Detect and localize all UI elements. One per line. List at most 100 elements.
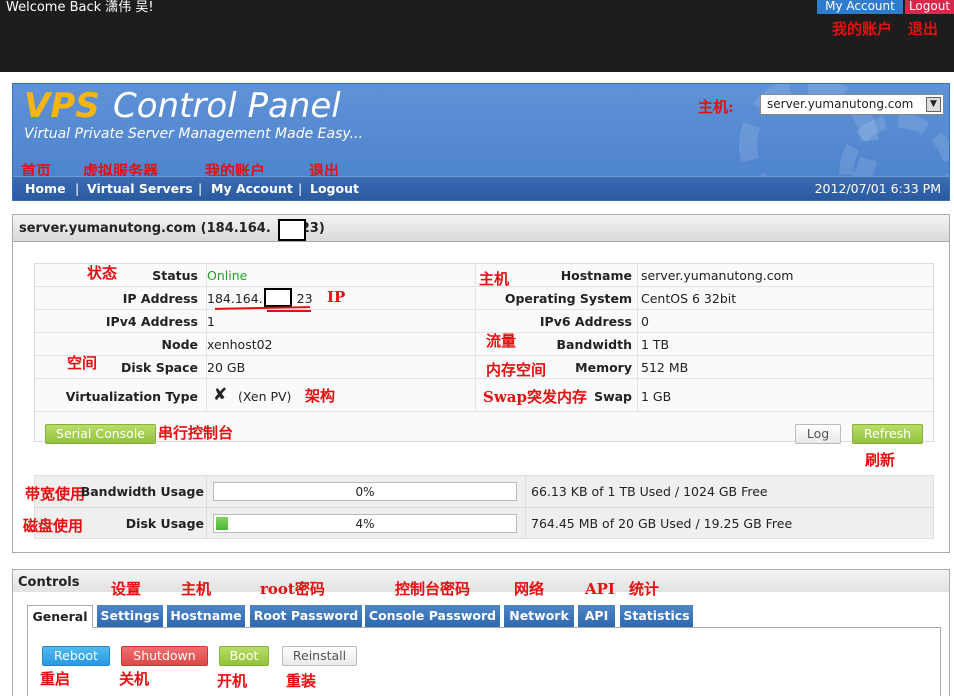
status-label: Status bbox=[152, 268, 198, 283]
annotation-arch: 架构 bbox=[305, 387, 336, 405]
ip-value: 184.164. 23 bbox=[207, 291, 313, 306]
annotation-tab-settings: 设置 bbox=[111, 580, 142, 598]
divider bbox=[637, 264, 638, 412]
node-value: xenhost02 bbox=[207, 337, 273, 352]
log-button[interactable]: Log bbox=[795, 424, 841, 444]
annotation-serial: 串行控制台 bbox=[158, 424, 234, 442]
annotation-logout: 退出 bbox=[908, 20, 939, 38]
reboot-button[interactable]: Reboot bbox=[42, 646, 110, 666]
nav-bar: Home | Virtual Servers | My Account | Lo… bbox=[13, 176, 949, 200]
annotation-refresh: 刷新 bbox=[865, 451, 896, 469]
controls-header: Controls bbox=[13, 570, 949, 592]
logo-control-panel: Control Panel bbox=[113, 86, 341, 126]
refresh-button[interactable]: Refresh bbox=[852, 424, 923, 444]
server-panel: server.yumanutong.com (184.164. 23) 状态 St… bbox=[12, 214, 950, 553]
logo-vps: VPS bbox=[24, 86, 100, 126]
ip-prefix: 184.164. bbox=[207, 291, 263, 306]
tab-general[interactable]: General bbox=[27, 605, 93, 628]
disk-space-label: Disk Space bbox=[120, 360, 198, 375]
ipv6-label: IPv6 Address bbox=[539, 314, 632, 329]
annotation-my-account: 我的账户 bbox=[832, 20, 893, 38]
os-label: Operating System bbox=[504, 291, 632, 306]
swap-value: 1 GB bbox=[641, 389, 672, 404]
bandwidth-usage-percent: 0% bbox=[355, 485, 375, 499]
bandwidth-label: Bandwidth bbox=[556, 337, 632, 352]
disk-usage-label: Disk Usage bbox=[125, 516, 204, 531]
memory-value: 512 MB bbox=[641, 360, 689, 375]
controls-title: Controls bbox=[18, 575, 80, 590]
disk-space-value: 20 GB bbox=[207, 360, 246, 375]
ip-suffix: 23 bbox=[296, 291, 313, 306]
divider bbox=[525, 476, 526, 538]
nav-logout[interactable]: Logout bbox=[310, 181, 359, 196]
my-account-button[interactable]: My Account bbox=[817, 0, 903, 14]
os-value: CentOS 6 32bit bbox=[641, 291, 737, 306]
hostname-value: server.yumanutong.com bbox=[641, 268, 794, 283]
disk-usage-bar: 4% bbox=[213, 514, 517, 533]
tab-network[interactable]: Network bbox=[504, 605, 574, 628]
annotation-boot: 开机 bbox=[217, 672, 248, 690]
nav-home[interactable]: Home bbox=[25, 181, 66, 196]
annotation-shutdown: 关机 bbox=[119, 670, 150, 688]
ip-label: IP Address bbox=[122, 291, 198, 306]
bandwidth-usage-bar: 0% bbox=[213, 482, 517, 501]
logout-button[interactable]: Logout bbox=[905, 0, 954, 14]
tab-root-password[interactable]: Root Password bbox=[250, 605, 362, 628]
annotation-tab-stats: 统计 bbox=[629, 580, 660, 598]
server-title-prefix: server.yumanutong.com (184.164. bbox=[19, 221, 271, 236]
nav-my-account[interactable]: My Account bbox=[211, 181, 293, 196]
ipv4-value: 1 bbox=[207, 314, 215, 329]
annotation-reboot: 重启 bbox=[40, 670, 71, 688]
virtualization-value: (Xen PV) bbox=[238, 389, 292, 404]
annotation-tab-hostname: 主机 bbox=[181, 580, 212, 598]
header-banner: VPS Control Panel Virtual Private Server… bbox=[12, 83, 950, 201]
annotation-tab-rootpw: root密码 bbox=[260, 580, 325, 598]
divider bbox=[35, 507, 933, 508]
datetime: 2012/07/01 6:33 PM bbox=[814, 181, 941, 196]
tab-statistics[interactable]: Statistics bbox=[620, 605, 693, 628]
welcome-text: Welcome Back 潇伟 吴! bbox=[6, 0, 154, 15]
tab-console-password[interactable]: Console Password bbox=[365, 605, 500, 628]
reinstall-button[interactable]: Reinstall bbox=[282, 646, 357, 666]
annotation-ip: IP bbox=[327, 288, 346, 306]
nav-separator: | bbox=[75, 181, 80, 196]
bandwidth-usage-text: 66.13 KB of 1 TB Used / 1024 GB Free bbox=[531, 484, 768, 499]
tab-hostname[interactable]: Hostname bbox=[167, 605, 245, 628]
controls-panel: Controls 设置 主机 root密码 控制台密码 网络 API 统计 Ge… bbox=[12, 569, 950, 696]
nav-virtual-servers[interactable]: Virtual Servers bbox=[87, 181, 193, 196]
chevron-down-icon[interactable]: ▼ bbox=[926, 97, 941, 112]
hostname-label: Hostname bbox=[560, 268, 632, 283]
annotation-tab-api: API bbox=[585, 580, 615, 598]
tab-api[interactable]: API bbox=[578, 605, 615, 628]
ipv4-label: IPv4 Address bbox=[105, 314, 198, 329]
bandwidth-usage-label: Bandwidth Usage bbox=[80, 484, 204, 499]
disk-usage-percent: 4% bbox=[355, 517, 375, 531]
server-select-value: server.yumanutong.com bbox=[767, 97, 914, 111]
serial-console-button[interactable]: Serial Console bbox=[45, 424, 156, 444]
shutdown-button[interactable]: Shutdown bbox=[121, 646, 208, 666]
redaction-box bbox=[278, 219, 306, 241]
annotation-underline bbox=[267, 310, 311, 312]
top-bar: Welcome Back 潇伟 吴! My Account Logout 我的账… bbox=[0, 0, 954, 72]
boot-button[interactable]: Boot bbox=[219, 646, 269, 666]
nav-separator: | bbox=[298, 181, 303, 196]
swap-label: Swap bbox=[594, 389, 632, 404]
server-panel-header: server.yumanutong.com (184.164. 23) bbox=[13, 215, 949, 242]
xen-icon: ✘ bbox=[213, 385, 228, 405]
server-select[interactable]: server.yumanutong.com ▼ bbox=[760, 94, 944, 115]
nav-separator: | bbox=[198, 181, 203, 196]
annotation-tab-consolepw: 控制台密码 bbox=[395, 580, 471, 598]
ipv6-value: 0 bbox=[641, 314, 649, 329]
annotation-reinstall: 重装 bbox=[286, 672, 317, 690]
server-info-table: 状态 Status Online IP Address 184.164. 23 I… bbox=[34, 263, 934, 444]
tab-content: Reboot Shutdown Boot Reinstall 重启 关机 开机 … bbox=[27, 627, 941, 696]
tab-settings[interactable]: Settings bbox=[97, 605, 163, 628]
memory-label: Memory bbox=[575, 360, 632, 375]
annotation-host: 主机: bbox=[698, 98, 734, 116]
usage-section: 带宽使用 Bandwidth Usage 0% 66.13 KB of 1 TB… bbox=[23, 475, 934, 539]
virtualization-label: Virtualization Type bbox=[65, 389, 198, 404]
divider bbox=[206, 476, 207, 538]
status-value: Online bbox=[207, 268, 248, 283]
annotation-tab-network: 网络 bbox=[514, 580, 545, 598]
tagline: Virtual Private Server Management Made E… bbox=[24, 126, 363, 142]
